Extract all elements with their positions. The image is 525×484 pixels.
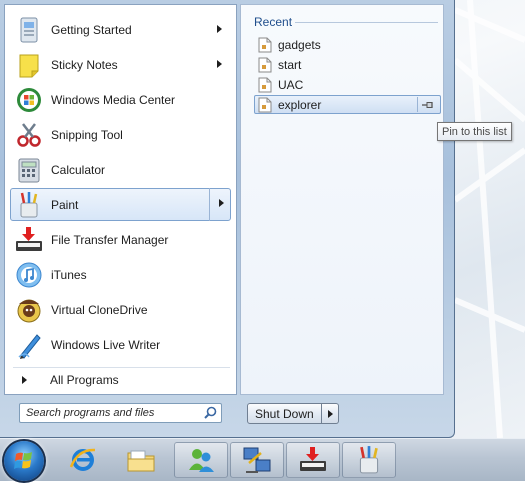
recent-item-label: gadgets <box>278 37 321 52</box>
messenger-icon <box>189 449 214 472</box>
sticky-notes-icon <box>13 49 45 81</box>
all-programs-label: All Programs <box>50 373 119 387</box>
recent-item-uac[interactable]: UAC <box>254 75 441 94</box>
start-menu: Getting Started Sticky Notes Windows Med… <box>0 0 455 438</box>
program-label: File Transfer Manager <box>51 232 169 247</box>
taskbar-file-transfer-manager[interactable] <box>286 442 340 478</box>
program-calculator[interactable]: Calculator <box>10 153 231 186</box>
search-field[interactable] <box>19 403 222 423</box>
program-file-transfer-manager[interactable]: File Transfer Manager <box>10 223 231 256</box>
file-icon <box>258 77 272 93</box>
program-getting-started[interactable]: Getting Started <box>10 13 231 46</box>
chevron-right-icon <box>327 410 333 418</box>
program-label: Getting Started <box>51 22 132 37</box>
taskbar-network[interactable] <box>230 442 284 478</box>
program-windows-media-center[interactable]: Windows Media Center <box>10 83 231 116</box>
program-snipping-tool[interactable]: Snipping Tool <box>10 118 231 151</box>
program-itunes[interactable]: iTunes <box>10 258 231 291</box>
recent-item-label: explorer <box>278 97 322 112</box>
program-label: Calculator <box>51 162 106 177</box>
program-sticky-notes[interactable]: Sticky Notes <box>10 48 231 81</box>
recent-item-start[interactable]: start <box>254 55 441 74</box>
media-center-icon <box>13 84 45 116</box>
file-icon <box>258 57 272 73</box>
program-label: Snipping Tool <box>51 127 123 142</box>
taskbar <box>0 438 525 481</box>
itunes-icon <box>13 259 45 291</box>
start-button[interactable] <box>4 441 44 481</box>
paint-submenu-button[interactable] <box>209 188 231 221</box>
taskbar-windows-explorer[interactable] <box>114 442 168 478</box>
calculator-icon <box>13 154 45 186</box>
pin-icon <box>422 101 433 108</box>
program-label: iTunes <box>51 267 87 282</box>
folder-icon <box>127 450 155 472</box>
shutdown-options-button[interactable] <box>321 403 339 424</box>
windows-logo-icon <box>14 452 32 469</box>
taskbar-internet-explorer[interactable] <box>56 442 110 478</box>
file-icon <box>258 97 272 113</box>
file-transfer-icon <box>13 224 45 256</box>
ie-icon <box>69 448 96 471</box>
recent-heading: Recent <box>254 15 293 29</box>
shutdown-button[interactable]: Shut Down <box>247 403 322 424</box>
program-label: Sticky Notes <box>51 57 118 72</box>
network-icon <box>243 447 271 473</box>
taskbar-messenger[interactable] <box>174 442 228 478</box>
all-programs-button[interactable]: All Programs <box>10 369 231 391</box>
submenu-arrow-icon <box>219 199 224 207</box>
program-windows-live-writer[interactable]: Windows Live Writer <box>10 328 231 361</box>
program-label: Windows Live Writer <box>51 337 161 352</box>
file-icon <box>258 37 272 53</box>
search-input[interactable] <box>20 406 203 420</box>
programs-pane: Getting Started Sticky Notes Windows Med… <box>4 4 237 395</box>
submenu-arrow-icon <box>217 60 222 68</box>
recent-item-explorer[interactable]: explorer <box>254 95 441 114</box>
paint-icon <box>13 189 45 221</box>
divider <box>13 367 230 368</box>
program-label: Paint <box>51 197 79 212</box>
program-label: Virtual CloneDrive <box>51 302 148 317</box>
pin-tooltip: Pin to this list <box>437 122 512 141</box>
chevron-right-icon <box>22 376 27 384</box>
recent-item-label: start <box>278 57 302 72</box>
submenu-arrow-icon <box>217 25 222 33</box>
live-writer-icon <box>13 329 45 361</box>
jump-list-pane: Recent gadgets start UAC explorer <box>240 4 444 395</box>
clonedrive-icon <box>13 294 45 326</box>
search-icon[interactable] <box>204 406 217 422</box>
shutdown-group: Shut Down <box>247 403 339 424</box>
recent-item-gadgets[interactable]: gadgets <box>254 35 441 54</box>
paint-icon <box>359 446 379 474</box>
file-transfer-icon <box>300 447 326 471</box>
recent-item-label: UAC <box>278 77 304 92</box>
program-label: Windows Media Center <box>51 92 176 107</box>
heading-rule <box>295 22 438 23</box>
program-virtual-clonedrive[interactable]: Virtual CloneDrive <box>10 293 231 326</box>
scissors-icon <box>13 119 45 151</box>
program-paint[interactable]: Paint <box>10 188 231 221</box>
taskbar-paint[interactable] <box>342 442 396 478</box>
pin-button[interactable] <box>417 97 438 112</box>
getting-started-icon <box>13 14 45 46</box>
